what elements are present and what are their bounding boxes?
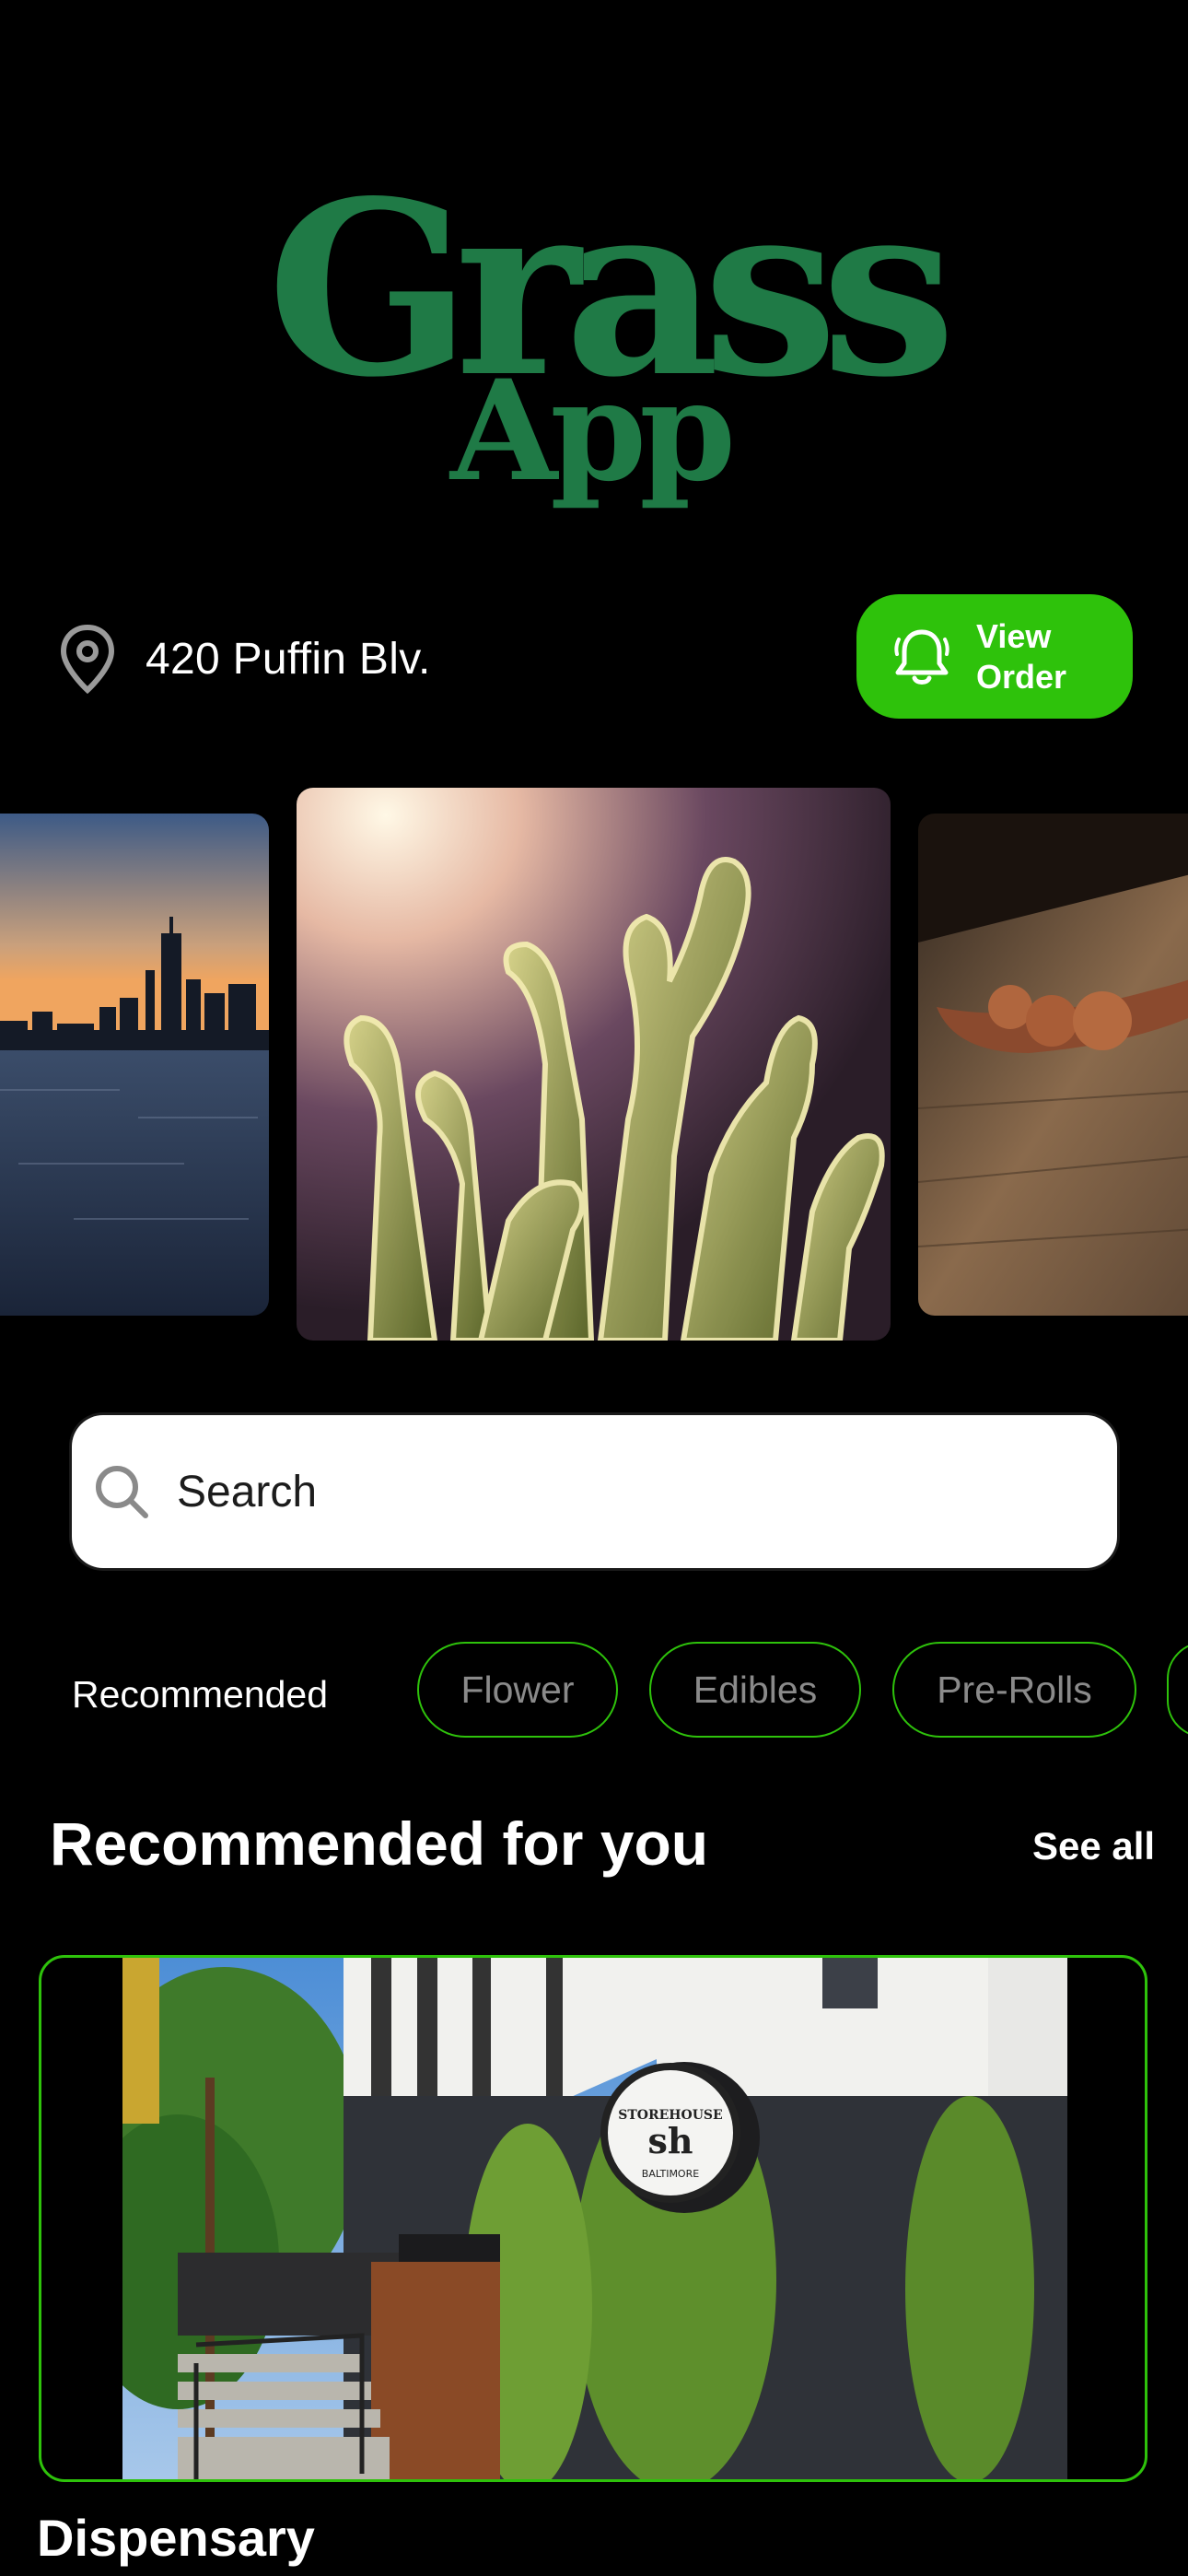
dispensary-card-title: Dispensary bbox=[37, 2509, 315, 2567]
carousel-card-seeds[interactable] bbox=[918, 814, 1188, 1316]
search-bar[interactable]: Search bbox=[72, 1415, 1117, 1568]
cactus-icon bbox=[297, 788, 891, 1341]
dispensary-card[interactable]: STOREHOUSE sh BALTIMORE bbox=[39, 1955, 1147, 2482]
app-logo: Grass App bbox=[0, 157, 1188, 525]
map-pin-icon bbox=[57, 624, 118, 695]
category-chip-edibles[interactable]: Edibles bbox=[649, 1642, 861, 1738]
section-title: Recommended for you bbox=[50, 1809, 709, 1878]
svg-text:BALTIMORE: BALTIMORE bbox=[642, 2168, 699, 2180]
delivery-location[interactable]: 420 Puffin Blv. bbox=[57, 622, 431, 696]
storefront-image: STOREHOUSE sh BALTIMORE bbox=[122, 1958, 1067, 2479]
logo-word-app: App bbox=[448, 350, 730, 512]
category-chip-flower[interactable]: Flower bbox=[417, 1642, 618, 1738]
search-input[interactable]: Search bbox=[177, 1467, 317, 1517]
see-all-link[interactable]: See all bbox=[1032, 1824, 1155, 1868]
bell-icon bbox=[893, 626, 950, 687]
view-order-button[interactable]: View Order bbox=[856, 594, 1133, 719]
seeds-icon bbox=[918, 814, 1188, 1316]
address-text: 420 Puffin Blv. bbox=[146, 634, 431, 684]
category-chip-pre-rolls[interactable]: Pre-Rolls bbox=[892, 1642, 1136, 1738]
carousel-card-cactus[interactable] bbox=[297, 788, 891, 1341]
carousel-card-city[interactable] bbox=[0, 814, 269, 1316]
category-chip-overflow[interactable] bbox=[1167, 1642, 1188, 1738]
svg-text:sh: sh bbox=[647, 2120, 693, 2161]
search-icon bbox=[92, 1462, 151, 1521]
category-tab-recommended[interactable]: Recommended bbox=[72, 1643, 328, 1746]
view-order-label: View Order bbox=[976, 616, 1067, 696]
city-skyline-icon bbox=[0, 814, 269, 1316]
